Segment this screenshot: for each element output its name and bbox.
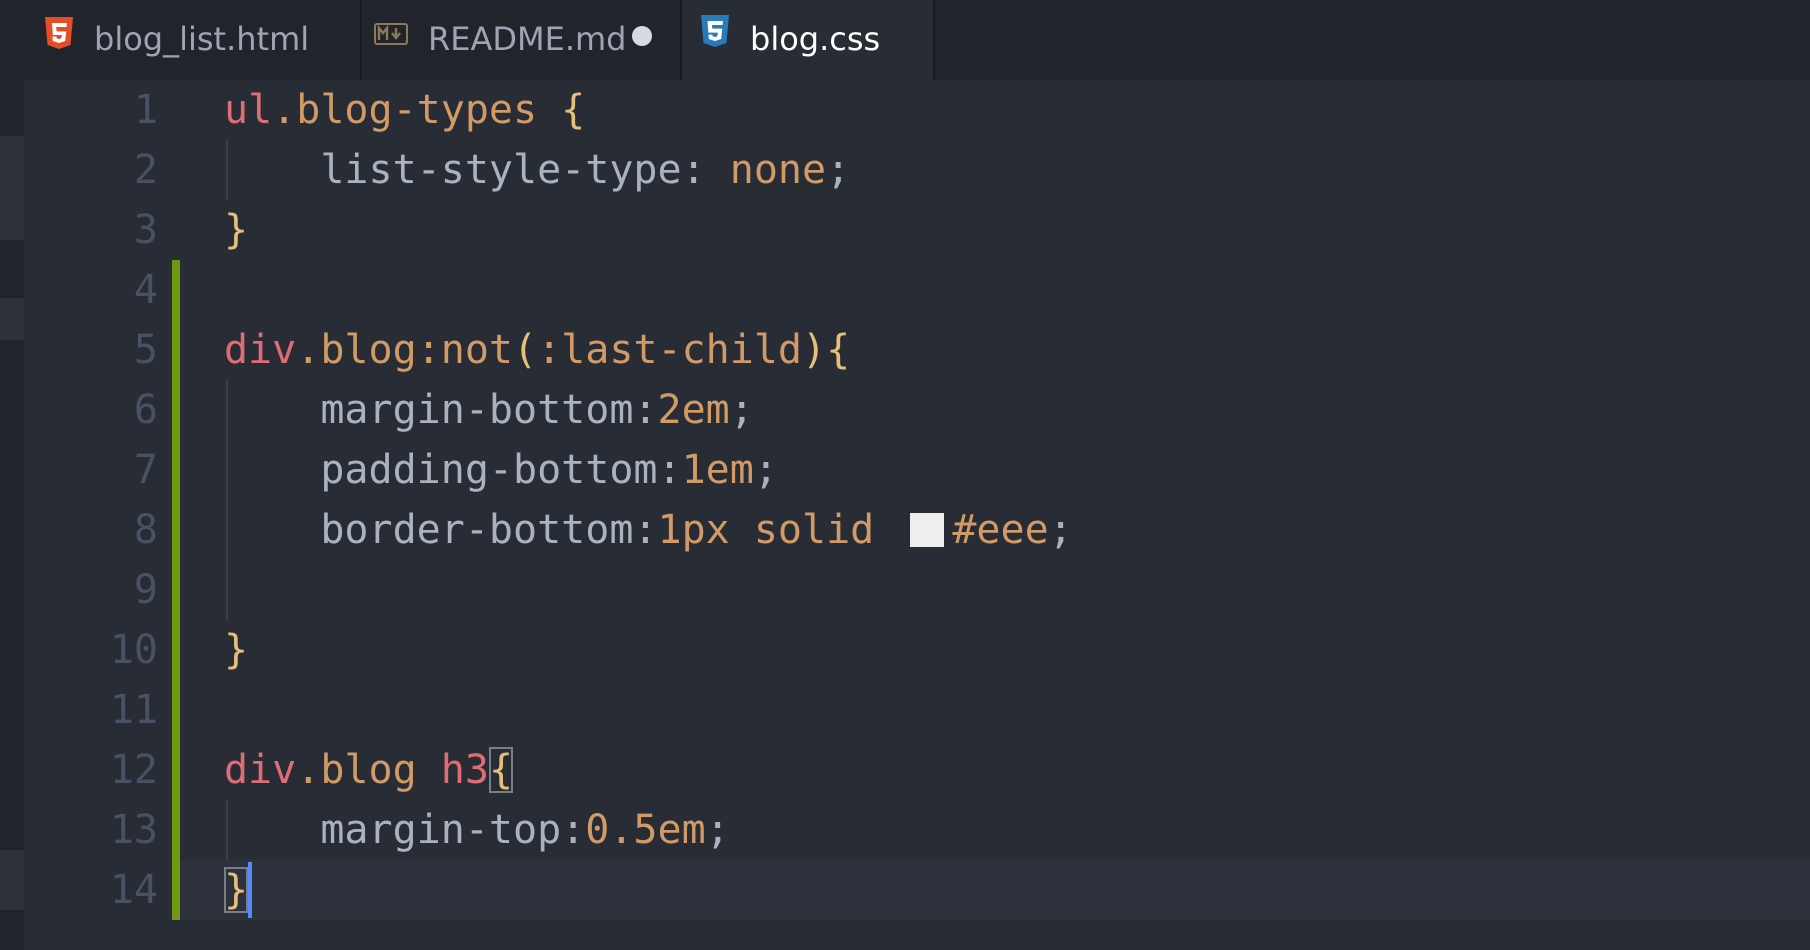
- code-line[interactable]: 8 border-bottom:1px solid #eee;: [0, 500, 1810, 560]
- matched-bracket: {: [488, 747, 514, 793]
- markdown-icon: [374, 23, 408, 45]
- line-number: 4: [133, 267, 158, 313]
- code-line[interactable]: 9: [0, 560, 1810, 620]
- code-token: (: [513, 327, 538, 373]
- line-number: 2: [133, 147, 158, 193]
- line-number: 12: [109, 747, 158, 793]
- code-text[interactable]: }: [224, 620, 248, 680]
- code-token: ;: [729, 387, 754, 433]
- code-token: }: [224, 207, 249, 253]
- code-token: .blog: [296, 747, 417, 793]
- code-token: list-style-type: [224, 147, 682, 193]
- code-token: ;: [705, 807, 730, 853]
- code-line[interactable]: 7 padding-bottom:1em;: [0, 440, 1810, 500]
- line-number: 11: [109, 687, 158, 733]
- tab-label: README.md: [428, 20, 627, 58]
- tab-blog-css[interactable]: blog.css: [682, 0, 935, 80]
- tab-blog-list-html[interactable]: blog_list.html: [0, 0, 362, 80]
- code-editor[interactable]: 1 ul.blog-types {2 list-style-type: none;…: [0, 80, 1810, 950]
- line-number: 6: [133, 387, 158, 433]
- modified-dot-icon[interactable]: [632, 26, 652, 46]
- code-token: ul: [224, 87, 273, 133]
- code-token: 2em: [657, 387, 730, 433]
- code-line[interactable]: 12 div.blog h3{: [0, 740, 1810, 800]
- code-token: none: [729, 147, 827, 193]
- code-line[interactable]: 11: [0, 680, 1810, 740]
- matched-bracket: }: [224, 867, 249, 913]
- code-text[interactable]: list-style-type: none;: [224, 140, 850, 200]
- code-token: div: [224, 747, 297, 793]
- tab-label: blog_list.html: [94, 20, 310, 58]
- code-token: :last-child: [537, 327, 802, 373]
- code-token: :: [657, 447, 682, 493]
- code-line[interactable]: 1 ul.blog-types {: [0, 80, 1810, 140]
- color-swatch-icon[interactable]: [910, 513, 945, 547]
- line-number: 9: [133, 567, 158, 613]
- code-token: ;: [753, 447, 778, 493]
- code-token: .blog-types: [272, 87, 538, 133]
- line-number: 10: [109, 627, 158, 673]
- code-text[interactable]: }: [224, 200, 248, 260]
- code-token: margin-bottom: [224, 387, 634, 433]
- line-number: 5: [133, 327, 158, 373]
- code-token: padding-bottom: [224, 447, 658, 493]
- code-line[interactable]: 13 margin-top:0.5em;: [0, 800, 1810, 860]
- code-token: h3: [440, 747, 489, 793]
- code-line[interactable]: 3}: [0, 200, 1810, 260]
- code-token: ;: [1048, 507, 1073, 553]
- line-number: 7: [133, 447, 158, 493]
- code-text[interactable]: }: [224, 860, 249, 920]
- line-number: 1: [133, 87, 158, 133]
- text-cursor: [248, 862, 252, 918]
- code-token: 0.5em: [585, 807, 706, 853]
- code-token: ): [802, 327, 827, 373]
- code-line[interactable]: 6 margin-bottom:2em;: [0, 380, 1810, 440]
- code-text[interactable]: padding-bottom:1em;: [224, 440, 778, 500]
- code-token: 1em: [681, 447, 754, 493]
- code-token: {: [561, 87, 586, 133]
- tab-bar: blog_list.html README.md blog.css: [0, 0, 1810, 80]
- code-text[interactable]: margin-top:0.5em;: [224, 800, 730, 860]
- code-token: :: [561, 807, 586, 853]
- code-token: .blog: [296, 327, 417, 373]
- code-text[interactable]: ul.blog-types {: [224, 80, 585, 140]
- code-token: :: [633, 387, 658, 433]
- tab-label: blog.css: [750, 20, 881, 58]
- css3-icon: [701, 15, 729, 47]
- code-text[interactable]: margin-bottom:2em;: [224, 380, 754, 440]
- code-token: ;: [826, 147, 851, 193]
- line-number: 13: [109, 807, 158, 853]
- code-text[interactable]: div.blog:not(:last-child){: [224, 320, 850, 380]
- code-line[interactable]: 14}: [0, 860, 1810, 920]
- code-token: 1px solid: [657, 507, 899, 553]
- code-token: :not: [416, 327, 513, 373]
- code-text[interactable]: border-bottom:1px solid #eee;: [224, 500, 1073, 560]
- code-token: :: [681, 147, 730, 193]
- code-token: div: [224, 327, 297, 373]
- code-line[interactable]: 4: [0, 260, 1810, 320]
- code-token: :: [633, 507, 658, 553]
- line-number: 14: [109, 867, 158, 913]
- line-number: 8: [133, 507, 158, 553]
- tab-readme-md[interactable]: README.md: [362, 0, 682, 80]
- html5-icon: [45, 17, 73, 49]
- code-token: margin-top: [224, 807, 562, 853]
- code-line[interactable]: 2 list-style-type: none;: [0, 140, 1810, 200]
- code-line[interactable]: 10}: [0, 620, 1810, 680]
- code-text[interactable]: div.blog h3{: [224, 740, 514, 800]
- code-token: {: [826, 327, 851, 373]
- code-token: border-bottom: [224, 507, 634, 553]
- code-token: }: [224, 627, 249, 673]
- line-number: 3: [133, 207, 158, 253]
- code-token: #eee: [952, 507, 1049, 553]
- code-line[interactable]: 5 div.blog:not(:last-child){: [0, 320, 1810, 380]
